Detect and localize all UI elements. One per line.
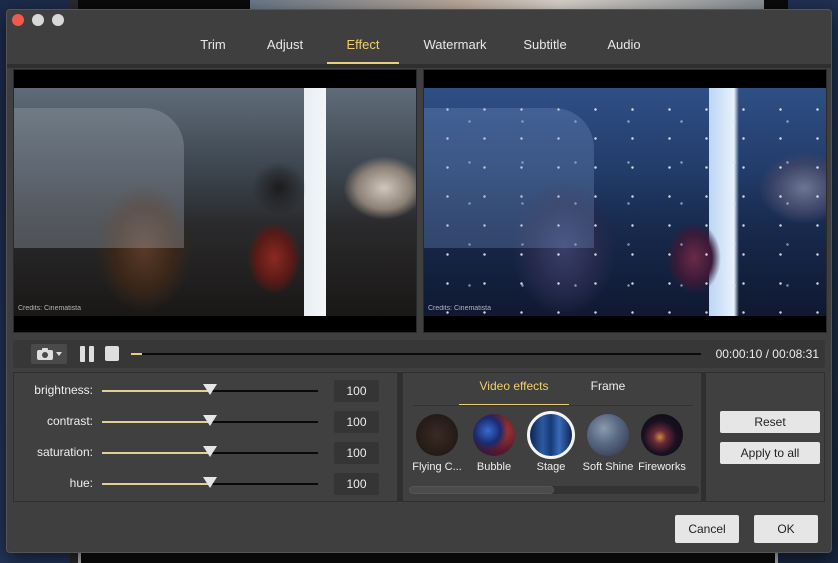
slider-thumb[interactable] [203,477,217,488]
effect-thumbnail [473,414,515,456]
adjust-panel: brightness: 100 contrast: 100 saturation: 100… [13,372,398,502]
effect-label: Flying C... [412,461,462,473]
effect-item-soft-shine[interactable]: Soft Shine [578,414,638,473]
effect-label: Fireworks [638,461,686,473]
video-effects-panel: Video effects Frame Flying C... Bubble Sta… [402,372,702,502]
tabs-divider [7,64,831,68]
effect-item-fireworks[interactable]: Fireworks [632,414,692,473]
adjust-label: contrast: [46,414,93,428]
seek-slider[interactable] [131,353,701,355]
effect-video-frame: Credits: Cinematista [424,88,826,316]
tab-video-effects[interactable]: Video effects [459,379,569,406]
contrast-slider[interactable] [102,415,318,426]
effect-controls-panel: brightness: 100 contrast: 100 saturation: 100… [13,372,825,502]
saturation-slider[interactable] [102,446,318,457]
effect-item-bubble[interactable]: Bubble [464,414,524,473]
effect-label: Stage [536,461,566,473]
saturation-value-field[interactable]: 100 [334,442,379,464]
brightness-slider[interactable] [102,384,318,395]
snapshot-button[interactable] [31,344,67,364]
zoom-window-button[interactable] [52,14,64,26]
tab-trim[interactable]: Trim [193,32,233,64]
edit-tabs: Trim Adjust Effect Watermark Subtitle Au… [7,32,831,64]
contrast-value-field[interactable]: 100 [334,411,379,433]
original-video-frame: Credits: Cinematista [14,88,416,316]
cancel-button[interactable]: Cancel [675,515,739,543]
ok-button[interactable]: OK [754,515,818,543]
adjust-row-brightness: brightness: 100 [14,379,399,403]
tab-adjust[interactable]: Adjust [259,32,311,64]
adjust-label: saturation: [36,445,93,459]
effects-scrollbar-thumb[interactable] [409,486,554,494]
timecode: 00:00:10 / 00:08:31 [715,347,819,361]
effect-preview: Credits: Cinematista [423,69,827,333]
seek-progress [131,353,143,355]
reset-button[interactable]: Reset [720,411,820,433]
slider-fill [102,421,210,423]
stop-button[interactable] [105,346,119,361]
tab-frame[interactable]: Frame [583,379,633,403]
tab-watermark[interactable]: Watermark [417,32,493,64]
effect-dialog: Trim Adjust Effect Watermark Subtitle Au… [6,9,832,553]
playback-bar: 00:00:10 / 00:08:31 [13,340,825,368]
tab-subtitle[interactable]: Subtitle [517,32,573,64]
slider-thumb[interactable] [203,415,217,426]
effects-scrollbar[interactable] [409,486,699,494]
apply-to-all-button[interactable]: Apply to all [720,442,820,464]
effect-thumbnail [641,414,683,456]
pause-icon [80,346,85,362]
effect-label: Soft Shine [582,461,634,473]
effect-actions: Reset Apply to all [705,372,825,502]
effect-item-stage[interactable]: Stage [521,411,581,473]
adjust-row-hue: hue: 100 [14,472,399,496]
slider-thumb[interactable] [203,446,217,457]
effect-item-flying-c[interactable]: Flying C... [407,414,467,473]
effect-label: Bubble [476,461,512,473]
hue-slider[interactable] [102,477,318,488]
adjust-label: hue: [69,476,93,490]
slider-thumb[interactable] [203,384,217,395]
close-window-button[interactable] [12,14,24,26]
minimize-window-button[interactable] [32,14,44,26]
pause-button[interactable] [80,346,94,362]
background-video-bottom [78,553,778,563]
brightness-value-field[interactable]: 100 [334,380,379,402]
effect-thumbnail [587,414,629,456]
slider-fill [102,390,210,392]
video-credit: Credits: Cinematista [18,305,82,312]
hue-value-field[interactable]: 100 [334,473,379,495]
tab-audio[interactable]: Audio [603,32,645,64]
effect-thumbnail [416,414,458,456]
tab-effect[interactable]: Effect [327,32,399,64]
chevron-down-icon [55,352,62,356]
video-credit: Credits: Cinematista [428,305,492,312]
adjust-label: brightness: [34,383,93,397]
adjust-row-contrast: contrast: 100 [14,410,399,434]
slider-fill [102,483,210,485]
original-preview: Credits: Cinematista [13,69,417,333]
effect-thumbnail [527,411,575,459]
window-controls [12,14,64,26]
camera-icon [36,348,53,360]
slider-fill [102,452,210,454]
adjust-row-saturation: saturation: 100 [14,441,399,465]
